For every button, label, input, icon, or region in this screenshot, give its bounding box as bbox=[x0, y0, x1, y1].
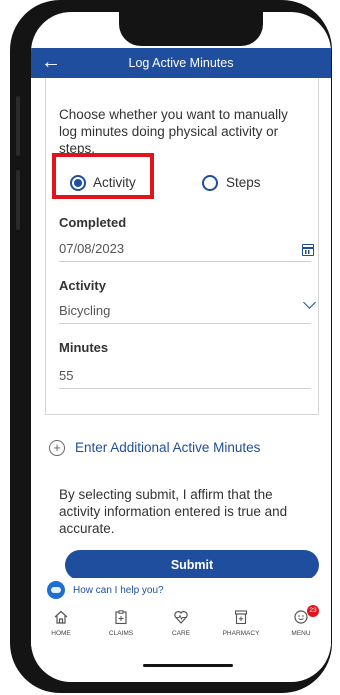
screen: ← Log Active Minutes Choose whether you … bbox=[31, 12, 331, 682]
submit-button[interactable]: Submit bbox=[65, 550, 319, 580]
activity-underline bbox=[59, 323, 311, 324]
nav-label-pharmacy: PHARMACY bbox=[222, 630, 260, 637]
nav-item-home[interactable]: HOME bbox=[31, 602, 91, 646]
affirm-text: By selecting submit, I affirm that the a… bbox=[59, 487, 288, 536]
activity-radio-label[interactable]: Activity bbox=[93, 175, 136, 190]
heart-pulse-icon bbox=[174, 611, 188, 624]
type-radio-group: Activity Steps bbox=[59, 168, 309, 198]
completed-label: Completed bbox=[59, 215, 127, 230]
nav-item-care[interactable]: CARE bbox=[151, 602, 211, 646]
add-circle-icon[interactable]: + bbox=[49, 440, 65, 456]
help-bar[interactable]: How can I help you? bbox=[31, 578, 331, 603]
notch bbox=[119, 12, 263, 46]
home-indicator bbox=[143, 664, 233, 667]
completed-date-input[interactable]: 07/08/2023 bbox=[59, 241, 124, 256]
activity-radio[interactable] bbox=[70, 175, 86, 191]
intro-text: Choose whether you want to manually log … bbox=[59, 107, 288, 156]
bottom-nav: HOME CLAIMS CARE PHARMACY 23 MENU bbox=[31, 602, 331, 646]
calendar-icon[interactable] bbox=[302, 244, 314, 256]
menu-face-icon bbox=[294, 610, 308, 624]
nav-label-claims: CLAIMS bbox=[108, 630, 134, 637]
app-header: ← Log Active Minutes bbox=[31, 48, 331, 78]
volume-up-button bbox=[16, 96, 20, 156]
steps-radio[interactable] bbox=[202, 175, 218, 191]
add-minutes-link[interactable]: Enter Additional Active Minutes bbox=[75, 440, 260, 455]
nav-item-pharmacy[interactable]: PHARMACY bbox=[211, 602, 271, 646]
home-icon bbox=[54, 610, 68, 624]
minutes-underline bbox=[59, 388, 311, 389]
pharmacy-icon bbox=[234, 610, 248, 624]
activity-select[interactable]: Bicycling bbox=[59, 303, 110, 318]
minutes-input[interactable]: 55 bbox=[59, 368, 73, 383]
completed-underline bbox=[59, 261, 311, 262]
steps-radio-label[interactable]: Steps bbox=[226, 175, 261, 190]
phone-frame: ← Log Active Minutes Choose whether you … bbox=[10, 0, 332, 693]
minutes-label: Minutes bbox=[59, 340, 109, 355]
notification-badge: 23 bbox=[307, 605, 319, 617]
chat-bot-icon[interactable] bbox=[47, 581, 65, 599]
nav-label-care: CARE bbox=[171, 630, 191, 637]
nav-item-claims[interactable]: CLAIMS bbox=[91, 602, 151, 646]
nav-label-home: HOME bbox=[51, 630, 71, 637]
help-prompt[interactable]: How can I help you? bbox=[73, 585, 164, 596]
nav-label-menu: MENU bbox=[291, 630, 311, 637]
volume-down-button bbox=[16, 170, 20, 230]
page-title: Log Active Minutes bbox=[128, 56, 234, 70]
nav-item-menu[interactable]: 23 MENU bbox=[271, 602, 331, 646]
clipboard-icon bbox=[115, 610, 127, 624]
activity-label: Activity bbox=[59, 278, 106, 293]
